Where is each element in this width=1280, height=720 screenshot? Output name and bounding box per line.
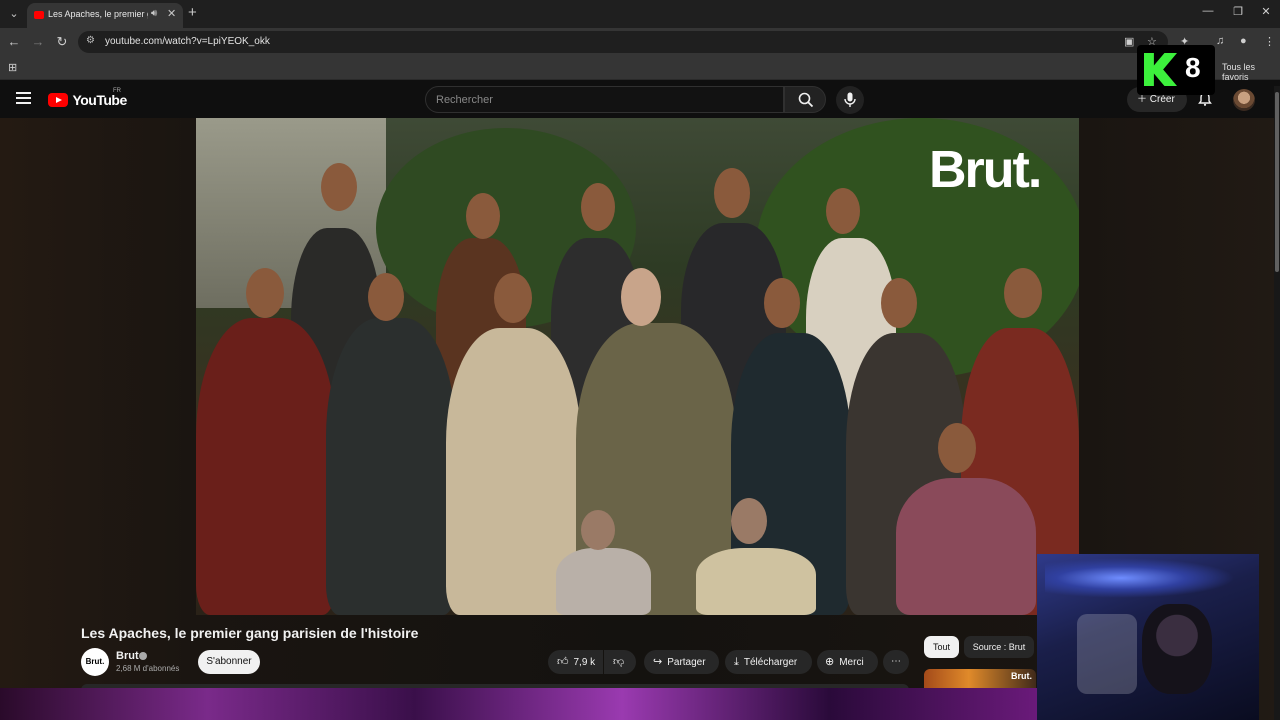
stream-bottom-overlay: [0, 688, 1037, 720]
youtube-favicon-icon: [34, 11, 44, 19]
address-bar[interactable]: ⚙ youtube.com/watch?v=LpiYEOK_okk: [78, 31, 1168, 53]
video-person-head: [368, 273, 404, 321]
profile-icon[interactable]: ●: [1240, 35, 1247, 47]
microphone-icon: [844, 92, 856, 107]
video-person-head: [764, 278, 800, 328]
tab-title: Les Apaches, le premier gang parisien de…: [48, 9, 148, 19]
menu-icon[interactable]: ⋮: [1264, 35, 1275, 48]
search-box: [425, 86, 784, 113]
share-icon: ↪: [653, 656, 663, 668]
video-title: Les Apaches, le premier gang parisien de…: [81, 625, 419, 641]
create-label: Créer: [1149, 94, 1175, 105]
video-child: [556, 548, 651, 615]
account-avatar[interactable]: [1233, 89, 1255, 111]
video-person-head: [621, 268, 661, 326]
download-label: Télécharger: [743, 657, 798, 668]
more-actions-button[interactable]: ⋯: [883, 650, 909, 674]
thumbs-down-icon: 👎︎: [613, 656, 625, 668]
thanks-label: Merci: [839, 657, 864, 668]
all-bookmarks-link[interactable]: Tous les favoris: [1222, 62, 1280, 82]
media-control-icon[interactable]: ♫: [1216, 35, 1224, 47]
video-person-head: [826, 188, 860, 234]
video-person-head: [581, 510, 615, 550]
search-button[interactable]: [784, 86, 826, 113]
video-person-head: [938, 423, 976, 473]
chip-source-brut[interactable]: Source : Brut: [964, 636, 1034, 658]
super-thanks-icon: ⊕: [825, 656, 835, 668]
video-person-head: [731, 498, 767, 544]
subscribe-button[interactable]: S'abonner: [198, 650, 260, 674]
related-thumb-brand: Brut.: [1011, 671, 1032, 681]
channel-avatar[interactable]: Brut.: [81, 648, 109, 676]
forward-icon[interactable]: →: [30, 34, 46, 49]
search-input[interactable]: [436, 94, 766, 106]
minimize-icon[interactable]: —: [1198, 5, 1218, 17]
restore-icon[interactable]: ❐: [1228, 5, 1248, 18]
video-person-head: [466, 193, 500, 239]
youtube-logo[interactable]: YouTube FR: [48, 88, 127, 109]
dislike-button[interactable]: 👎︎: [604, 650, 636, 674]
speaker-icon[interactable]: 🔊︎: [151, 8, 157, 19]
voice-search-button[interactable]: [836, 86, 864, 114]
region-code: FR: [113, 88, 121, 94]
new-tab-icon[interactable]: +: [188, 4, 197, 21]
like-button[interactable]: 👍︎ 7,9 k: [548, 650, 603, 674]
reload-icon[interactable]: ↻: [54, 34, 70, 50]
url-text: youtube.com/watch?v=LpiYEOK_okk: [105, 36, 270, 47]
like-count: 7,9 k: [573, 657, 596, 668]
install-app-icon[interactable]: ▣: [1124, 35, 1134, 48]
video-person-head: [246, 268, 284, 318]
page-scrollbar[interactable]: [1274, 86, 1280, 720]
video-person-head: [1004, 268, 1042, 318]
thanks-button[interactable]: ⊕ Merci: [817, 650, 878, 674]
close-window-icon[interactable]: ✕: [1256, 5, 1276, 18]
browser-tab[interactable]: Les Apaches, le premier gang parisien de…: [27, 3, 183, 28]
browser-toolbar: ← → ↻ ⚙ youtube.com/watch?v=LpiYEOK_okk …: [0, 28, 1280, 56]
scrollbar-thumb[interactable]: [1275, 92, 1279, 272]
k8-k-logo-icon: [1144, 53, 1177, 86]
video-child: [696, 548, 816, 615]
search-icon: [798, 92, 814, 108]
browser-tab-bar: ⌄ Les Apaches, le premier gang parisien …: [0, 0, 1280, 28]
bookmarks-bar: ⊞ Tous les favoris: [0, 56, 1280, 82]
video-person-head: [881, 278, 917, 328]
k8-number: 8: [1185, 52, 1201, 83]
hamburger-menu-icon[interactable]: [16, 92, 31, 104]
tab-search-chevron-icon[interactable]: ⌄: [5, 5, 23, 23]
channel-name[interactable]: Brut: [116, 650, 139, 662]
verified-badge-icon: [139, 652, 147, 660]
youtube-play-icon: [48, 92, 68, 107]
site-info-icon[interactable]: ⚙: [86, 35, 95, 46]
youtube-wordmark: YouTube: [72, 91, 127, 108]
apps-grid-icon[interactable]: ⊞: [8, 61, 17, 74]
video-person: [196, 318, 336, 615]
thumbs-up-icon: 👍︎: [557, 656, 569, 668]
back-icon[interactable]: ←: [6, 34, 22, 49]
webcam-overlay: [1037, 554, 1259, 720]
k8-logo-overlay: 8: [1137, 45, 1215, 95]
video-person-head: [714, 168, 750, 218]
chip-all[interactable]: Tout: [924, 636, 959, 658]
youtube-header: YouTube FR ＋ Créer: [0, 80, 1280, 118]
subscriber-count: 2,68 M d'abonnés: [116, 664, 180, 673]
download-icon: ⤓: [734, 656, 739, 668]
video-person: [326, 318, 456, 615]
plus-icon: ＋: [1137, 94, 1150, 105]
video-person-head: [494, 273, 532, 323]
video-person-head: [321, 163, 357, 211]
video-person: [896, 478, 1036, 615]
brut-watermark: Brut.: [929, 141, 1042, 199]
download-button[interactable]: ⤓ Télécharger: [725, 650, 812, 674]
video-person-head: [581, 183, 615, 231]
video-player[interactable]: Brut.: [196, 118, 1079, 615]
tab-close-icon[interactable]: ✕: [167, 7, 176, 20]
share-button[interactable]: ↪ Partager: [644, 650, 719, 674]
share-label: Partager: [667, 657, 706, 668]
webcam-streamer: [1142, 604, 1212, 694]
webcam-led-light: [1045, 558, 1235, 598]
webcam-chair: [1077, 614, 1137, 694]
